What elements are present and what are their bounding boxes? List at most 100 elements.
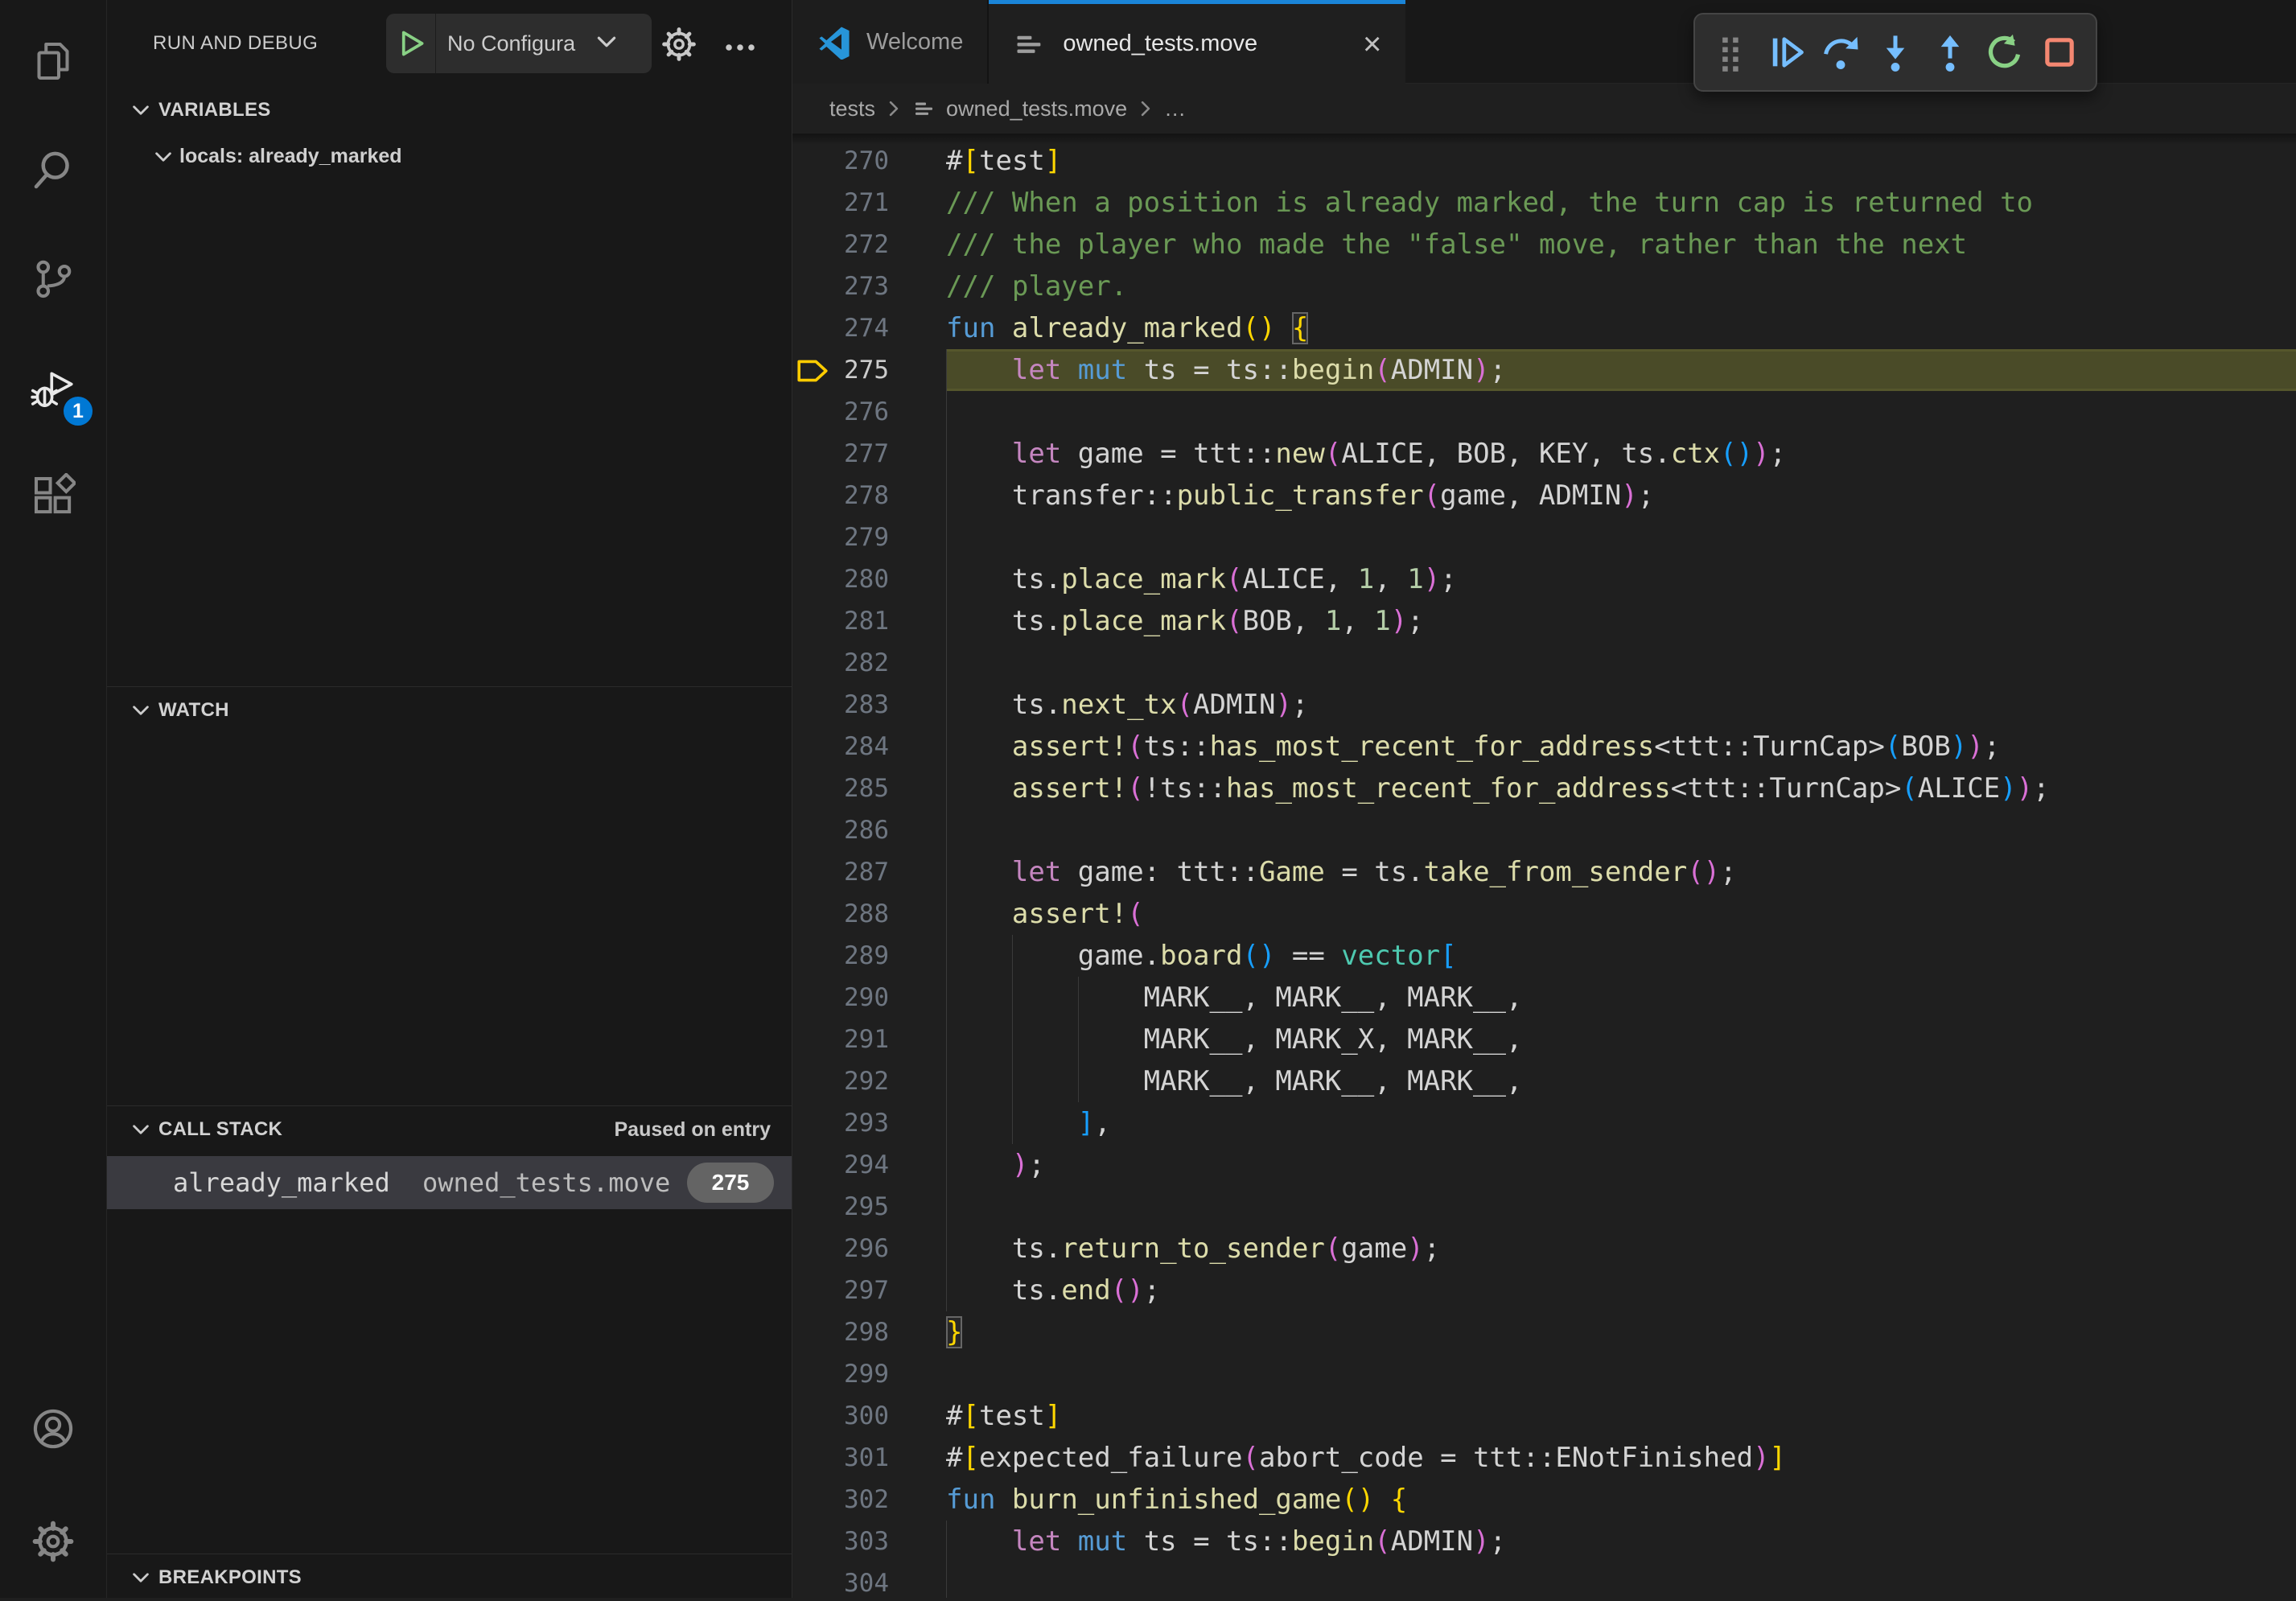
gutter[interactable]: 271 <box>792 182 946 224</box>
close-icon[interactable]: × <box>1342 28 1381 60</box>
code-token: ; <box>1407 605 1423 637</box>
indent-guide <box>946 1562 947 1598</box>
line-number: 270 <box>792 140 889 182</box>
activity-item-account[interactable] <box>0 1373 106 1485</box>
gutter[interactable]: 270 <box>792 140 946 182</box>
code-token: !ts:: <box>1144 772 1226 805</box>
activity-bar-bottom <box>0 1373 106 1598</box>
debug-stop-button[interactable] <box>2039 31 2080 73</box>
gutter[interactable]: 297 <box>792 1270 946 1311</box>
gutter[interactable]: 281 <box>792 600 946 642</box>
code-token: game <box>1341 1233 1407 1265</box>
gutter[interactable]: 290 <box>792 977 946 1019</box>
debug-step-out-button[interactable] <box>1929 31 1971 73</box>
gutter[interactable]: 301 <box>792 1437 946 1479</box>
gutter[interactable]: 284 <box>792 726 946 768</box>
code-token: = ts. <box>1325 856 1424 888</box>
gutter[interactable]: 287 <box>792 851 946 893</box>
variables-scope-locals[interactable]: locals: already_marked <box>107 134 792 179</box>
gutter[interactable]: 282 <box>792 642 946 684</box>
call-stack-section-header[interactable]: CALL STACK Paused on entry <box>107 1106 792 1153</box>
gear-icon[interactable] <box>660 26 697 63</box>
gutter[interactable]: 285 <box>792 768 946 809</box>
gutter[interactable]: 277 <box>792 433 946 475</box>
watch-section-header[interactable]: WATCH <box>107 687 792 734</box>
gutter[interactable]: 302 <box>792 1479 946 1521</box>
line-number: 282 <box>792 642 889 684</box>
debug-continue-button[interactable] <box>1765 31 1807 73</box>
gutter[interactable]: 274 <box>792 307 946 349</box>
code-text: game.board() == vector[ <box>946 940 1457 972</box>
gutter[interactable]: 275 <box>792 349 946 391</box>
code-editor[interactable]: 270#[test]271/// When a position is alre… <box>792 134 2296 1598</box>
code-token: board <box>1160 940 1242 972</box>
gutter[interactable]: 295 <box>792 1186 946 1228</box>
gutter[interactable]: 294 <box>792 1144 946 1186</box>
more-actions-icon[interactable] <box>722 29 759 66</box>
start-debugging-button[interactable] <box>386 14 436 73</box>
code-token <box>946 731 1012 763</box>
gutter[interactable]: 286 <box>792 809 946 851</box>
call-stack-frame[interactable]: already_marked owned_tests.move 275 <box>107 1156 792 1209</box>
indent-guide <box>946 642 947 684</box>
gutter[interactable]: 304 <box>792 1562 946 1598</box>
debug-restart-button[interactable] <box>1984 31 2026 73</box>
debug-config-picker[interactable]: No Configura <box>386 14 652 73</box>
code-content: assert!(ts::has_most_recent_for_address<… <box>946 726 2296 768</box>
gutter[interactable]: 292 <box>792 1060 946 1102</box>
code-token: ] <box>1045 145 1061 177</box>
activity-item-extensions[interactable] <box>0 441 106 549</box>
gutter[interactable]: 298 <box>792 1311 946 1353</box>
chevron-right-icon <box>883 98 904 119</box>
activity-item-settings[interactable] <box>0 1485 106 1598</box>
tab-welcome[interactable]: Welcome <box>792 0 989 84</box>
gutter[interactable]: 303 <box>792 1521 946 1562</box>
tab-owned_tests-move[interactable]: owned_tests.move× <box>989 0 1405 84</box>
gutter[interactable]: 280 <box>792 558 946 600</box>
activity-item-source-control[interactable] <box>0 224 106 332</box>
activity-item-run-and-debug[interactable]: 1 <box>0 332 106 441</box>
gutter[interactable]: 296 <box>792 1228 946 1270</box>
gutter[interactable]: 273 <box>792 265 946 307</box>
code-content: ts.place_mark(BOB, 1, 1); <box>946 600 2296 642</box>
breakpoints-section-header[interactable]: BREAKPOINTS <box>107 1554 792 1601</box>
code-line: 299 <box>792 1353 2296 1395</box>
code-token: vector <box>1341 940 1440 972</box>
gutter[interactable]: 283 <box>792 684 946 726</box>
gutter[interactable]: 272 <box>792 224 946 265</box>
variables-section-header[interactable]: VARIABLES <box>107 87 792 134</box>
code-token: has_most_recent_for_address <box>1226 772 1671 805</box>
gutter[interactable]: 288 <box>792 893 946 935</box>
line-number: 271 <box>792 182 889 224</box>
code-text: ts.end(); <box>946 1274 1160 1307</box>
debug-drag-handle-button[interactable] <box>1710 31 1752 73</box>
breadcrumb-item[interactable]: tests <box>829 97 875 121</box>
line-number: 278 <box>792 475 889 517</box>
chevron-down-icon <box>130 99 152 121</box>
breadcrumb-item[interactable]: … <box>1164 97 1186 121</box>
gutter[interactable]: 293 <box>792 1102 946 1144</box>
code-token: ( <box>1226 605 1242 637</box>
gutter[interactable]: 278 <box>792 475 946 517</box>
code-token: ( <box>1325 438 1341 470</box>
code-token: place_mark <box>1061 563 1226 595</box>
code-text: fun already_marked() { <box>946 312 1308 344</box>
activity-item-search[interactable] <box>0 115 106 224</box>
account-icon <box>31 1406 76 1451</box>
breadcrumb-item[interactable]: owned_tests.move <box>946 97 1127 121</box>
gutter[interactable]: 299 <box>792 1353 946 1395</box>
code-token: burn_unfinished_game <box>1012 1484 1341 1516</box>
move-file-icon <box>912 96 938 121</box>
code-token: ) <box>1424 563 1440 595</box>
code-token <box>946 898 1012 930</box>
gutter[interactable]: 279 <box>792 517 946 558</box>
activity-item-explorer[interactable] <box>0 6 106 115</box>
gutter[interactable]: 300 <box>792 1395 946 1437</box>
debug-step-into-button[interactable] <box>1874 31 1916 73</box>
debug-step-over-button[interactable] <box>1820 31 1862 73</box>
gutter[interactable]: 291 <box>792 1019 946 1060</box>
code-token: ) <box>1407 1233 1423 1265</box>
gutter[interactable]: 289 <box>792 935 946 977</box>
gutter[interactable]: 276 <box>792 391 946 433</box>
line-number: 294 <box>792 1144 889 1186</box>
